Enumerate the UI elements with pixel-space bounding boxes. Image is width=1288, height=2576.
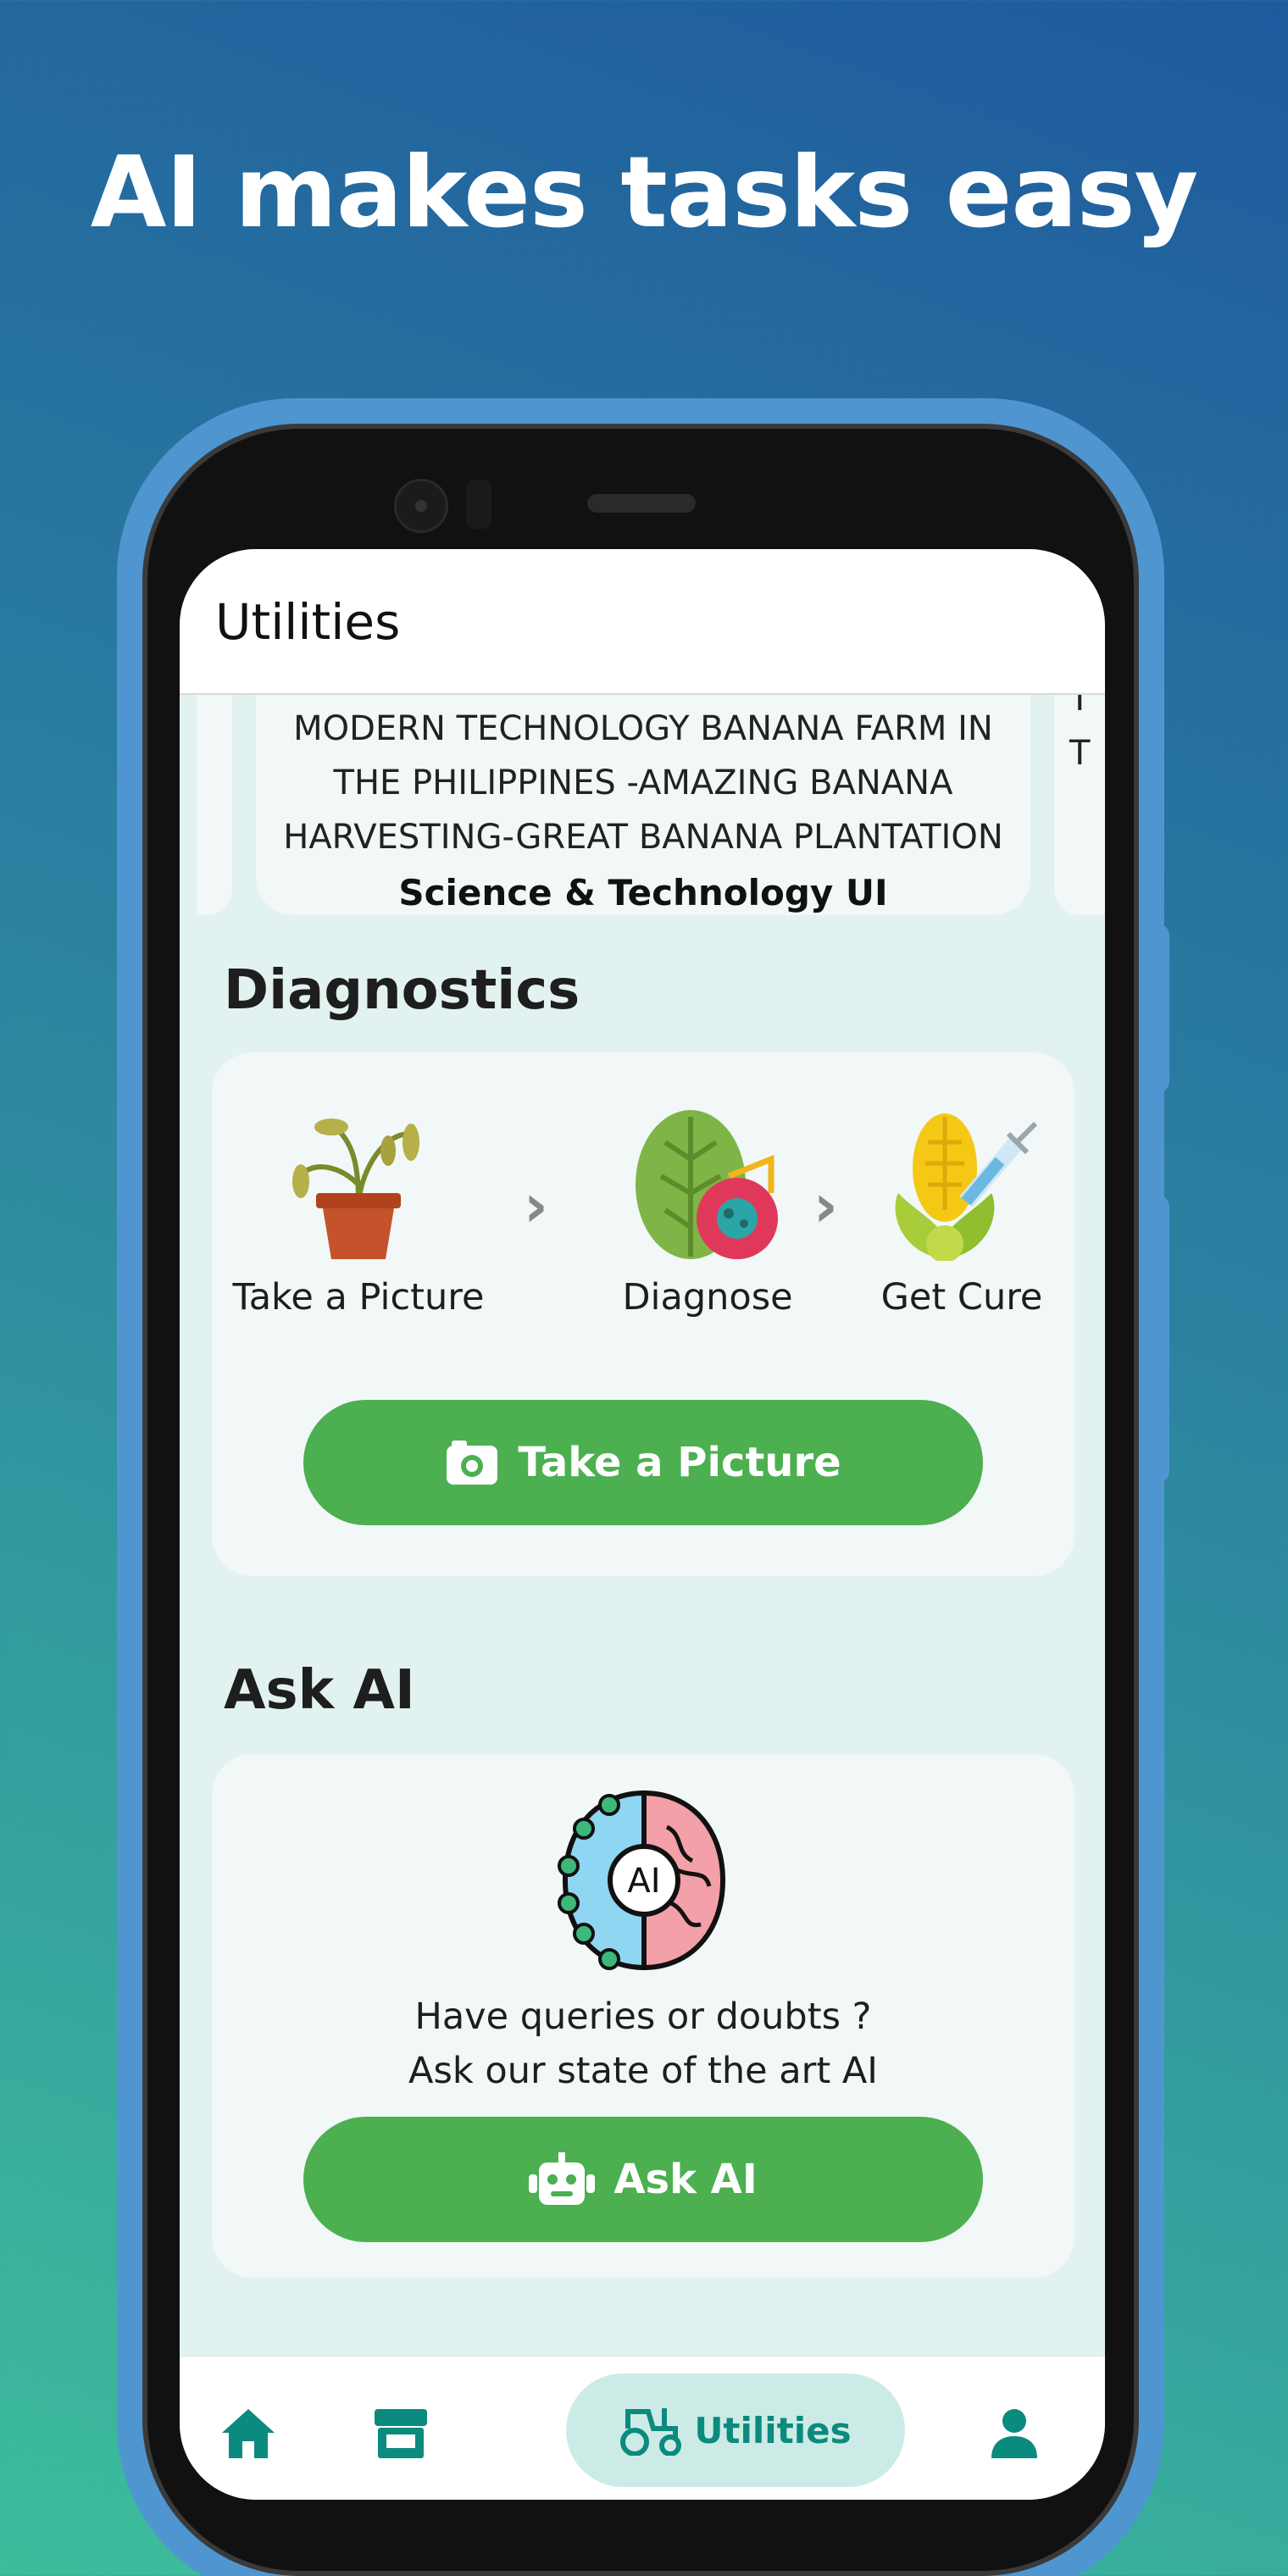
news-source: Science & Technology UI xyxy=(398,872,888,913)
ai-icon-text: AI xyxy=(627,1862,660,1901)
ask-ai-label: Ask AI xyxy=(613,2156,758,2203)
step-label: Diagnose xyxy=(622,1276,793,1319)
carousel-card-next[interactable]: T T xyxy=(1054,680,1105,915)
news-card[interactable]: MODERN TECHNOLOGY BANANA FARM IN THE PHI… xyxy=(256,685,1030,915)
step-take-picture: Take a Picture xyxy=(219,1108,498,1319)
carousel-card-prev[interactable] xyxy=(197,685,232,915)
wilted-plant-icon xyxy=(292,1119,419,1259)
person-icon xyxy=(991,2409,1037,2458)
store-icon xyxy=(375,2409,427,2458)
step-diagnose: Diagnose xyxy=(568,1108,847,1319)
news-line: THE PHILIPPINES -AMAZING BANANA xyxy=(333,763,953,802)
peek-text: T xyxy=(1069,734,1091,773)
page-title: Utilities xyxy=(215,593,401,651)
ask-ai-line1: Have queries or doubts ? xyxy=(414,1996,872,2038)
robot-icon xyxy=(529,2152,596,2205)
step-label: Get Cure xyxy=(880,1276,1043,1319)
take-picture-button[interactable]: Take a Picture xyxy=(303,1400,983,1525)
take-picture-label: Take a Picture xyxy=(518,1439,841,1486)
ask-ai-button[interactable]: Ask AI xyxy=(303,2117,983,2242)
app-bar: Utilities xyxy=(180,549,1105,695)
front-camera-icon xyxy=(394,479,448,533)
nav-utilities-label: Utilities xyxy=(694,2409,852,2451)
news-line: HARVESTING-GREAT BANANA PLANTATION xyxy=(283,818,1003,857)
phone-screen: MODERN TECHNOLOGY BANANA FARM IN THE PHI… xyxy=(180,549,1105,2500)
news-line: MODERN TECHNOLOGY BANANA FARM IN xyxy=(293,709,993,748)
nav-utilities[interactable]: Utilities xyxy=(566,2373,905,2487)
nav-store[interactable] xyxy=(371,2404,430,2463)
chevron-right-icon: › xyxy=(524,1171,548,1241)
step-get-cure: Get Cure xyxy=(856,1108,1068,1319)
corn-syringe-icon xyxy=(895,1113,1038,1261)
step-label: Take a Picture xyxy=(232,1276,485,1319)
bottom-nav: Utilities xyxy=(180,2356,1105,2500)
ai-brain-icon: AI xyxy=(558,1790,726,1971)
camera-icon xyxy=(447,1441,498,1485)
diagnostics-card: Take a Picture › Diagnose › Get Cure Tak… xyxy=(212,1052,1074,1576)
sensor xyxy=(466,480,491,529)
diagnostics-title: Diagnostics xyxy=(224,959,580,1022)
volume-button xyxy=(1135,924,1169,1093)
power-button xyxy=(1135,1195,1169,1483)
ask-ai-title: Ask AI xyxy=(224,1659,415,1722)
promo-headline: AI makes tasks easy xyxy=(90,136,1199,250)
ask-ai-card: AI Have queries or doubts ? Ask our stat… xyxy=(212,1754,1074,2278)
nav-profile[interactable] xyxy=(985,2404,1044,2463)
leaf-virus-icon xyxy=(636,1110,778,1259)
earpiece-speaker xyxy=(587,494,696,513)
nav-home[interactable] xyxy=(219,2404,278,2463)
home-icon xyxy=(222,2409,275,2458)
tractor-icon xyxy=(620,2408,682,2456)
ask-ai-line2: Ask our state of the art AI xyxy=(408,2050,878,2092)
chevron-right-icon: › xyxy=(813,1171,838,1241)
